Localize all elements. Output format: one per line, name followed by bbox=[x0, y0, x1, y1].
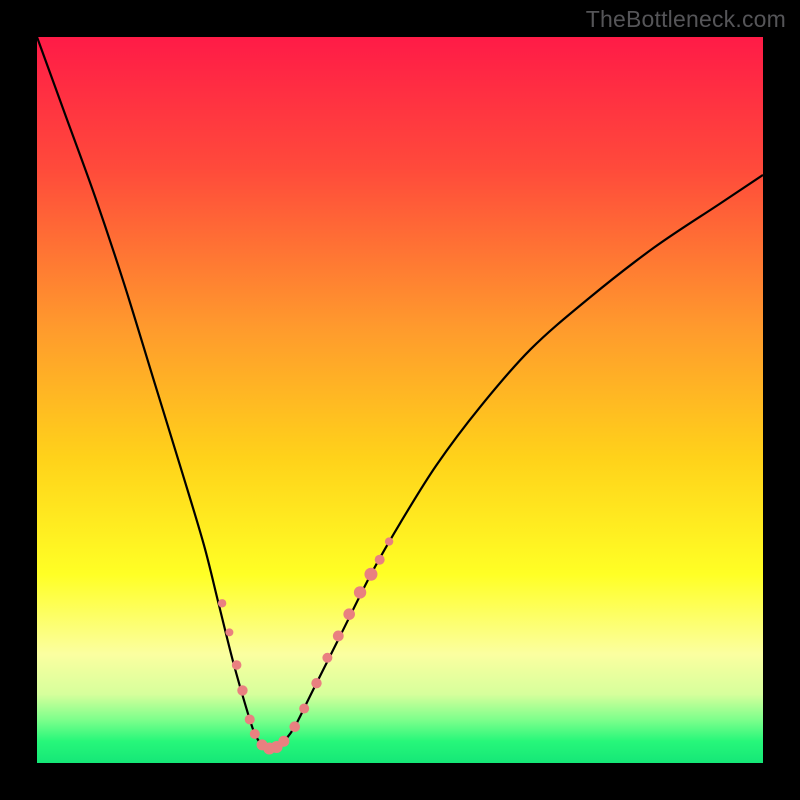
data-marker bbox=[289, 721, 300, 732]
data-marker bbox=[278, 736, 289, 747]
data-marker bbox=[225, 628, 233, 636]
data-marker bbox=[218, 599, 226, 607]
data-marker bbox=[311, 678, 321, 688]
data-marker bbox=[245, 714, 255, 724]
data-marker bbox=[232, 660, 242, 670]
data-marker bbox=[364, 568, 377, 581]
plot-frame bbox=[37, 37, 763, 763]
data-marker bbox=[354, 586, 366, 598]
data-marker bbox=[375, 555, 385, 565]
data-marker bbox=[343, 608, 355, 620]
data-marker bbox=[385, 537, 393, 545]
data-marker bbox=[237, 685, 247, 695]
bottleneck-curve bbox=[37, 37, 763, 749]
data-marker bbox=[299, 704, 309, 714]
data-marker bbox=[250, 729, 260, 739]
watermark-text: TheBottleneck.com bbox=[586, 6, 786, 33]
chart-container: TheBottleneck.com bbox=[0, 0, 800, 800]
data-marker bbox=[322, 653, 332, 663]
data-markers bbox=[218, 537, 393, 754]
data-marker bbox=[333, 631, 344, 642]
curve-layer bbox=[37, 37, 763, 763]
